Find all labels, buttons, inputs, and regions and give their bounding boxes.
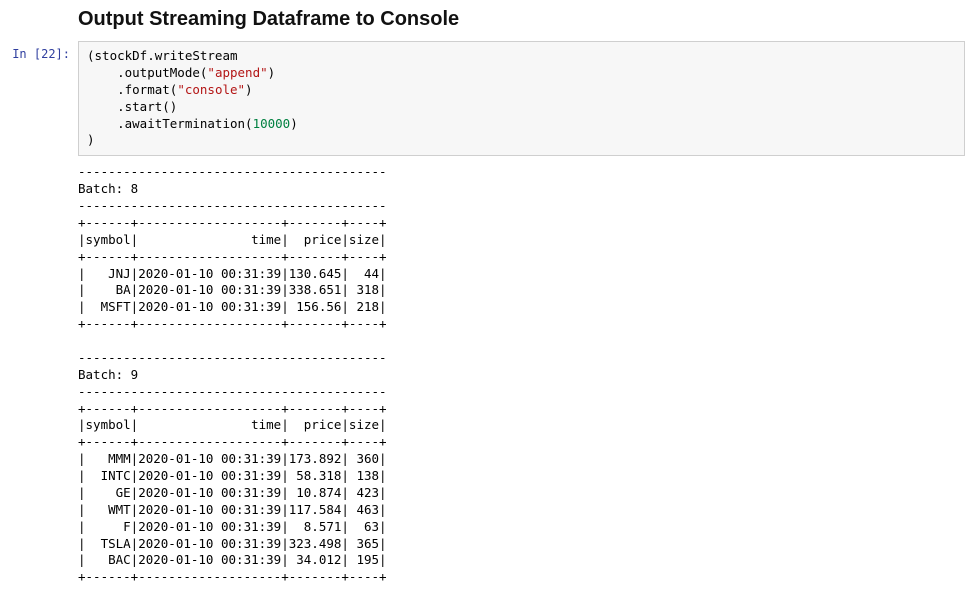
input-prompt: In [22]: xyxy=(0,41,78,61)
code-line: .start() xyxy=(87,99,177,114)
code-line: (stockDf.writeStream xyxy=(87,48,238,63)
notebook-container: Output Streaming Dataframe to Console In… xyxy=(0,8,979,586)
code-input-area[interactable]: (stockDf.writeStream .outputMode("append… xyxy=(78,41,965,156)
number-literal: 10000 xyxy=(253,116,291,131)
stdout-output: ----------------------------------------… xyxy=(78,160,979,586)
code-line: ) xyxy=(87,132,95,147)
code-line: ) xyxy=(245,82,253,97)
code-line: ) xyxy=(268,65,276,80)
output-prompt xyxy=(0,160,78,166)
output-cell: ----------------------------------------… xyxy=(0,160,979,586)
code-cell: In [22]: (stockDf.writeStream .outputMod… xyxy=(0,41,979,156)
code-line: .awaitTermination( xyxy=(87,116,253,131)
code-line: .outputMode( xyxy=(87,65,207,80)
string-literal: "append" xyxy=(207,65,267,80)
code-line: ) xyxy=(290,116,298,131)
section-heading: Output Streaming Dataframe to Console xyxy=(78,8,979,31)
code-line: .format( xyxy=(87,82,177,97)
string-literal: "console" xyxy=(177,82,245,97)
